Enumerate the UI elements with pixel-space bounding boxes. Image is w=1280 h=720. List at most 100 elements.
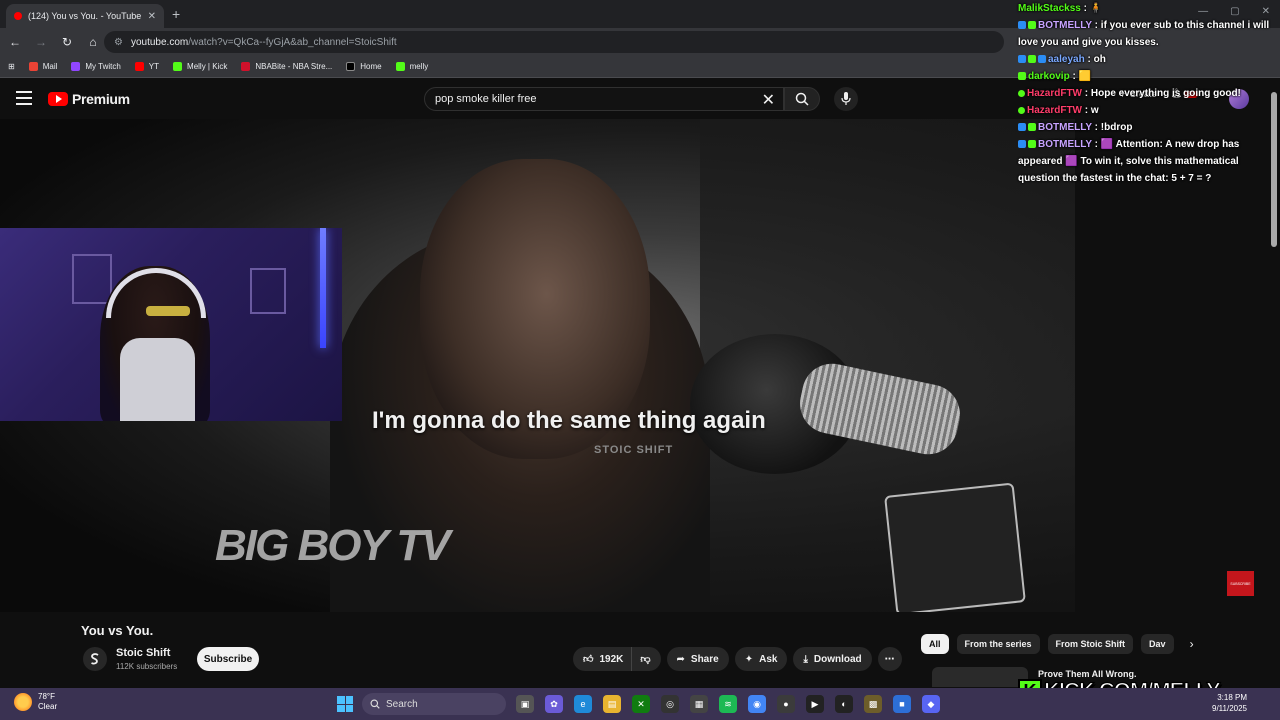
subscribe-watermark-badge[interactable]: SUBSCRIBE — [1227, 571, 1254, 596]
new-tab-icon[interactable]: + — [172, 6, 180, 22]
copilot-icon[interactable]: ✿ — [545, 695, 563, 713]
bookmark-yt[interactable]: YT — [134, 62, 159, 71]
search-button[interactable] — [784, 87, 820, 111]
weather-temp: 78°F — [38, 692, 55, 701]
chat-text: oh — [1093, 54, 1106, 65]
app-icon[interactable]: ■ — [893, 695, 911, 713]
download-button[interactable]: ⤓ Download — [793, 647, 872, 671]
store-icon[interactable]: ▦ — [690, 695, 708, 713]
windows-start-icon[interactable] — [337, 696, 353, 712]
menu-icon[interactable] — [16, 91, 32, 105]
chevron-right-icon[interactable]: › — [1190, 637, 1194, 651]
chat-username: HazardFTW — [1027, 105, 1082, 116]
chip-from-the-series[interactable]: From the series — [956, 634, 1040, 654]
search-query: pop smoke killer free — [435, 93, 537, 105]
chat-username: BOTMELLY — [1038, 122, 1092, 133]
search-input[interactable]: pop smoke killer free ✕ — [424, 87, 784, 111]
forward-icon[interactable]: → — [34, 35, 48, 49]
webcam-led-strip — [320, 228, 326, 348]
chat-username: BOTMELLY — [1038, 20, 1092, 31]
mod-badge-icon — [1038, 55, 1046, 63]
browser-tab-youtube[interactable]: (124) You vs You. - YouTube ✕ — [6, 4, 164, 28]
back-icon[interactable]: ← — [8, 35, 22, 49]
capture-icon[interactable]: ◐ — [835, 695, 853, 713]
video-title: You vs You. — [81, 623, 154, 638]
chip-all[interactable]: All — [921, 634, 949, 654]
more-actions-button[interactable]: ⋯ — [877, 647, 902, 671]
mod-badge-icon — [1018, 140, 1026, 148]
chat-username: aaleyah — [1048, 54, 1085, 65]
share-button[interactable]: ➦ Share — [666, 647, 729, 671]
chip-from-stoic-shift[interactable]: From Stoic Shift — [1047, 634, 1134, 654]
clock-time: 3:18 PM — [1217, 693, 1247, 702]
subscribe-button[interactable]: Subscribe — [197, 647, 259, 671]
spotify-icon[interactable]: ≋ — [719, 695, 737, 713]
more-horizontal-icon: ⋯ — [884, 653, 895, 665]
chrome-icon[interactable]: ◉ — [748, 695, 766, 713]
bookmark-nbabite[interactable]: NBABite - NBA Stre... — [241, 62, 332, 71]
bookmark-melly-kick[interactable]: Melly | Kick — [173, 62, 227, 71]
address-bar[interactable]: ⚙ youtube.com/watch?v=QkCa--fyGjA&ab_cha… — [104, 31, 1004, 53]
taskbar-search-placeholder: Search — [386, 698, 418, 710]
dot-badge-icon — [1018, 90, 1025, 97]
kick-icon — [173, 62, 183, 71]
channel-name[interactable]: Stoic Shift — [116, 647, 170, 659]
chat-message: darkovip : 🟨 — [1014, 68, 1280, 85]
youtube-logo[interactable]: Premium — [48, 91, 130, 107]
like-count: 192K — [599, 653, 624, 665]
channel-subscribers: 112K subscribers — [116, 662, 178, 671]
bookmark-mail[interactable]: Mail — [28, 62, 57, 71]
edge-icon[interactable]: e — [574, 695, 592, 713]
thumbs-down-icon: 👎︎ — [640, 654, 651, 665]
discord-icon[interactable]: ◆ — [922, 695, 940, 713]
nba-icon — [241, 62, 251, 71]
dislike-button[interactable]: 👎︎ — [631, 647, 661, 671]
chip-dav[interactable]: Dav — [1141, 634, 1174, 654]
youtube-icon — [134, 62, 144, 71]
obs-icon[interactable]: ● — [777, 695, 795, 713]
chat-text: !bdrop — [1100, 122, 1133, 133]
file-explorer-icon[interactable]: ▤ — [603, 695, 621, 713]
bookmark-home[interactable]: Home — [346, 62, 382, 71]
bot-badge-icon — [1028, 123, 1036, 131]
media-player-icon[interactable]: ▶ — [806, 695, 824, 713]
task-view-icon[interactable]: ▣ — [516, 695, 534, 713]
bot-badge-icon — [1028, 140, 1036, 148]
taskbar-clock[interactable]: 3:18 PM 9/11/2025 — [1212, 692, 1247, 714]
taskbar-search[interactable]: Search — [362, 693, 506, 715]
chat-message: HazardFTW : Hope everything is going goo… — [1014, 85, 1280, 102]
xbox-icon[interactable]: ✕ — [632, 695, 650, 713]
channel-avatar[interactable] — [83, 647, 107, 671]
chat-message: BOTMELLY : !bdrop — [1014, 119, 1280, 136]
weather-sun-icon — [14, 693, 32, 711]
youtube-play-icon — [48, 92, 68, 106]
bookmark-my-twitch[interactable]: My Twitch — [71, 62, 121, 71]
share-icon: ➦ — [676, 653, 685, 665]
big-boy-tv-logo: BIG BOY TV — [215, 521, 450, 570]
stoic-shift-logo-icon — [91, 653, 99, 665]
bookmark-melly[interactable]: melly — [395, 62, 428, 71]
chat-text: 🟨 — [1078, 71, 1092, 82]
thumbs-up-icon: 👍︎ — [583, 654, 594, 665]
windows-taskbar: 78°F Clear Search ▣ ✿ e ▤ ✕ ◎ ▦ ≋ ◉ ● ▶ ◐… — [0, 688, 1280, 720]
close-tab-icon[interactable]: ✕ — [148, 11, 156, 22]
download-icon: ⤓ — [803, 653, 808, 665]
apps-icon[interactable]: ⊞ — [8, 62, 15, 71]
app-icon[interactable]: ▩ — [864, 695, 882, 713]
related-filter-chips: All From the series From Stoic Shift Dav… — [921, 634, 1194, 654]
chat-message: aaleyah : oh — [1014, 51, 1280, 68]
recommended-thumbnail[interactable] — [932, 667, 1028, 687]
mail-icon — [28, 62, 38, 71]
webcam-streamer-shirt — [120, 338, 195, 421]
voice-search-button[interactable] — [834, 87, 858, 111]
home-icon[interactable]: ⌂ — [86, 35, 100, 49]
weather-widget[interactable]: 78°F Clear — [14, 692, 57, 712]
ask-button[interactable]: ✦ Ask — [734, 647, 788, 671]
site-info-icon[interactable]: ⚙ — [114, 37, 123, 48]
like-button[interactable]: 👍︎ 192K — [573, 647, 632, 671]
clear-search-icon[interactable]: ✕ — [762, 90, 775, 110]
reload-icon[interactable]: ↻ — [60, 35, 74, 49]
video-actions: 👍︎ 192K 👎︎ ➦ Share ✦ Ask ⤓ Download ⋯ — [573, 647, 902, 671]
steam-icon[interactable]: ◎ — [661, 695, 679, 713]
search-icon — [370, 699, 380, 709]
